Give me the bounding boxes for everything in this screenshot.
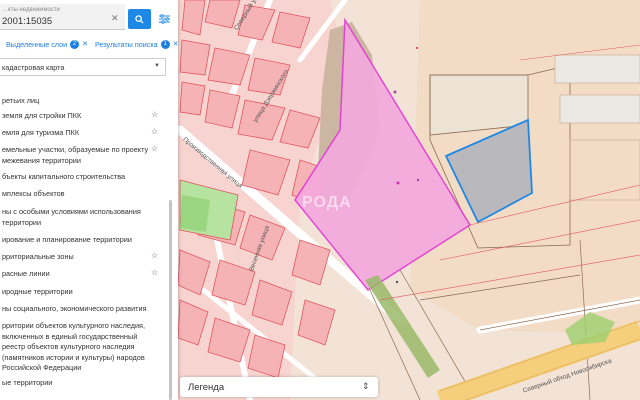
- layer-item[interactable]: ретьих лиц: [2, 96, 150, 107]
- layer-item[interactable]: иродные территории: [2, 287, 150, 298]
- layer-item[interactable]: емельные участки, образуемые по проекту …: [2, 145, 150, 166]
- legend-label: Легенда: [188, 382, 225, 393]
- marker-center: [396, 181, 400, 185]
- marker: [395, 280, 399, 284]
- parcel-right-2: [554, 54, 640, 84]
- layer-item[interactable]: рриториальные зоны: [2, 252, 150, 263]
- scrollbar-thumb[interactable]: [169, 200, 172, 400]
- star-icon[interactable]: ☆: [151, 110, 158, 119]
- marker: [416, 178, 420, 182]
- layer-item[interactable]: емля для туризма ПКК: [2, 128, 150, 139]
- layer-item[interactable]: мплексы объектов: [2, 189, 150, 200]
- close-icon[interactable]: ✕: [173, 40, 178, 48]
- park-inner: [180, 195, 210, 232]
- layer-item[interactable]: ые территории: [2, 378, 150, 389]
- layer-item[interactable]: ирование и планирование территории: [2, 235, 150, 246]
- marker: [393, 90, 397, 94]
- layer-item[interactable]: ны с особыми условиями использования тер…: [2, 207, 150, 228]
- unfold-icon: ⇕: [362, 381, 370, 391]
- layer-item[interactable]: бъекты капитального строительства: [2, 172, 150, 183]
- chevron-right-icon[interactable]: ›: [167, 36, 170, 52]
- layer-item[interactable]: расные линии: [2, 269, 150, 280]
- marker: [415, 46, 419, 50]
- star-icon[interactable]: ☆: [151, 268, 158, 277]
- layer-item[interactable]: ны социального, экономического развития: [2, 304, 150, 315]
- layer-item[interactable]: рритории объектов культурного наследия, …: [2, 321, 150, 374]
- side-panel: …кты недвижимости 2001:15035 ✕ Выделенны…: [0, 0, 178, 400]
- legend-toggle[interactable]: Легенда ⇕: [180, 377, 378, 397]
- parcel-right-3: [559, 94, 640, 124]
- star-icon[interactable]: ☆: [151, 127, 158, 136]
- layer-item[interactable]: земля для стройки ПКК: [2, 111, 150, 122]
- star-icon[interactable]: ☆: [151, 144, 158, 153]
- layer-list: ретьих лиц земля для стройки ПКК ☆ емля для…: [0, 0, 166, 400]
- star-icon[interactable]: ☆: [151, 251, 158, 260]
- map-watermark: РОДА: [302, 194, 352, 211]
